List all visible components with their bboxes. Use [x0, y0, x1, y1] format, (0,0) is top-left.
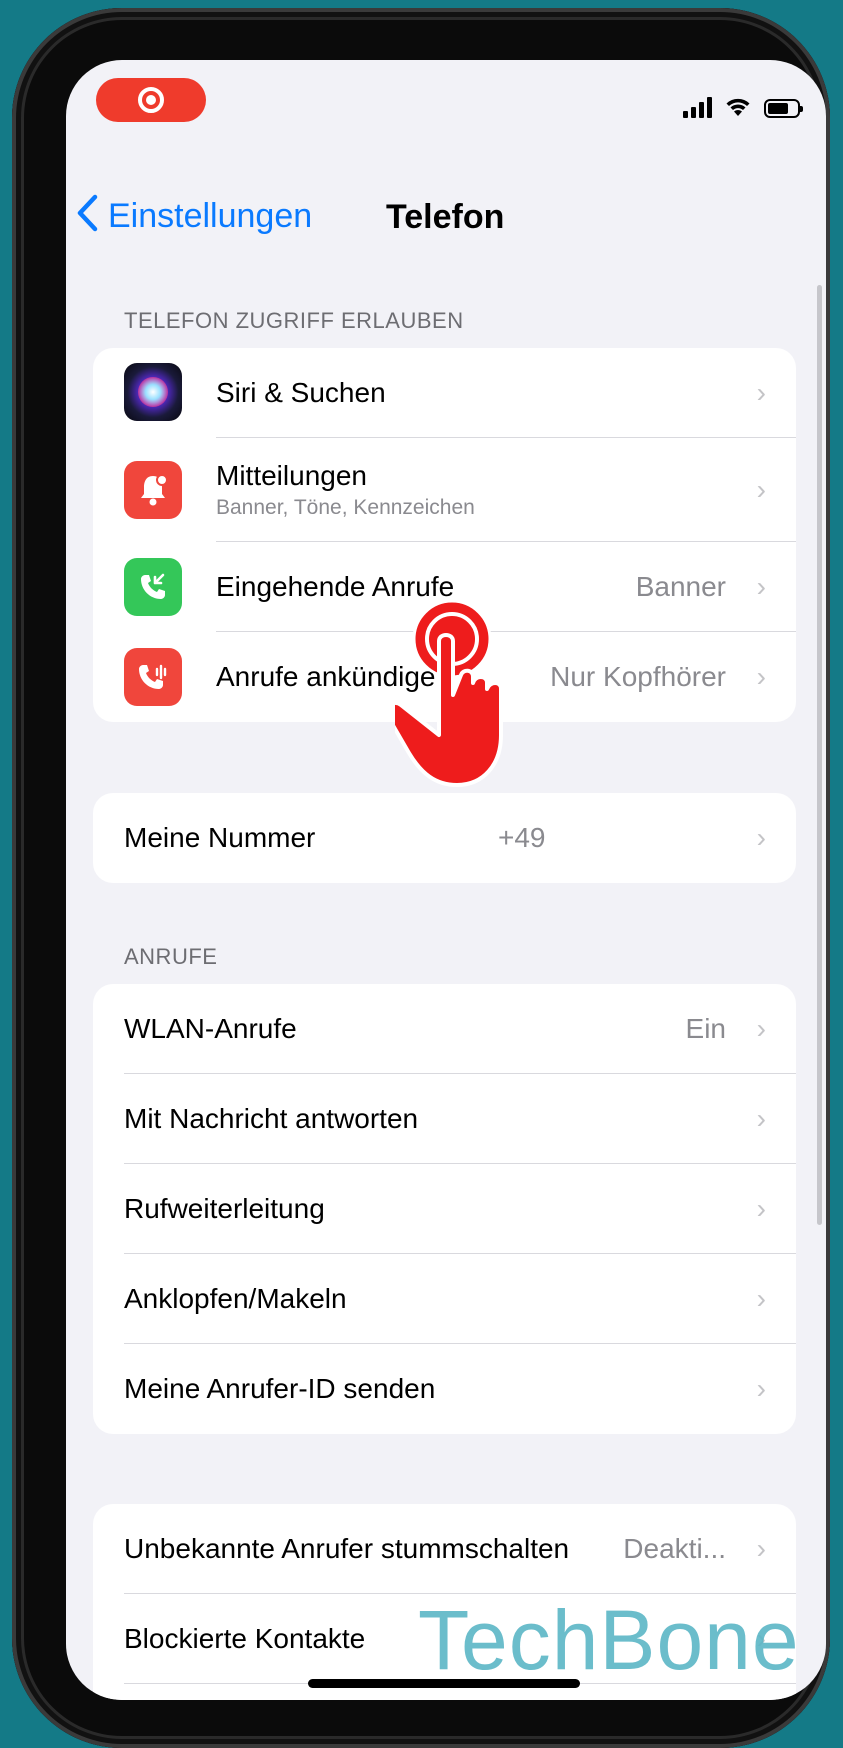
- chevron-right-icon: ›: [756, 1013, 766, 1044]
- watermark-text: TechBone: [418, 1593, 800, 1687]
- status-bar-icons: [683, 96, 803, 118]
- row-label: Blockierte Kontakte: [124, 1623, 366, 1654]
- screen-recording-indicator[interactable]: [96, 78, 206, 122]
- screen-recording-icon: [138, 87, 164, 113]
- row-value: Banner: [635, 571, 726, 602]
- row-sublabel: Banner, Töne, Kennzeichen: [216, 496, 475, 519]
- cellular-signal-icon: [683, 96, 712, 118]
- row-value: Ein: [685, 1013, 726, 1044]
- chevron-right-icon: ›: [756, 822, 766, 853]
- chevron-right-icon: ›: [756, 1533, 766, 1564]
- row-label: Rufweiterleitung: [124, 1193, 325, 1224]
- row-label: Unbekannte Anrufer stummschalten: [124, 1533, 570, 1564]
- my-number-group: Meine Nummer +49 ›: [93, 793, 796, 883]
- wifi-calling-row[interactable]: WLAN-Anrufe Ein ›: [93, 984, 796, 1074]
- siri-icon: [124, 363, 182, 421]
- scrollbar[interactable]: [817, 285, 822, 1225]
- siri-search-row[interactable]: Siri & Suchen ›: [93, 348, 796, 438]
- row-value: +49: [498, 822, 546, 853]
- row-label: Meine Nummer: [124, 822, 316, 853]
- row-label: WLAN-Anrufe: [124, 1013, 297, 1044]
- call-waiting-row[interactable]: Anklopfen/Makeln ›: [93, 1254, 796, 1344]
- show-caller-id-row[interactable]: Meine Anrufer-ID senden ›: [93, 1344, 796, 1434]
- incoming-call-icon: [124, 558, 182, 616]
- row-label: Anklopfen/Makeln: [124, 1283, 347, 1314]
- announce-calls-icon: [124, 648, 182, 706]
- my-number-row[interactable]: Meine Nummer +49 ›: [93, 793, 796, 883]
- chevron-right-icon: ›: [756, 1103, 766, 1134]
- notifications-icon: [124, 461, 182, 519]
- chevron-right-icon: ›: [756, 1193, 766, 1224]
- call-forwarding-row[interactable]: Rufweiterleitung ›: [93, 1164, 796, 1254]
- battery-icon: [764, 99, 803, 118]
- wifi-icon: [726, 98, 750, 116]
- silence-unknown-callers-row[interactable]: Unbekannte Anrufer stummschalten Deakti.…: [93, 1504, 796, 1594]
- notifications-row[interactable]: Mitteilungen Banner, Töne, Kennzeichen ›: [93, 438, 796, 542]
- chevron-right-icon: ›: [756, 661, 766, 692]
- phone-frame: Einstellungen Telefon TELEFON ZUGRIFF ER…: [12, 8, 830, 1748]
- tap-hand-icon: [395, 599, 503, 787]
- row-value: Deakti...: [623, 1533, 726, 1564]
- page-title: Telefon: [386, 198, 505, 236]
- calls-settings-group: WLAN-Anrufe Ein › Mit Nachricht antworte…: [93, 984, 796, 1434]
- phone-screen: Einstellungen Telefon TELEFON ZUGRIFF ER…: [66, 60, 826, 1700]
- row-label: Siri & Suchen: [216, 377, 386, 408]
- section-header-calls: ANRUFE: [124, 944, 218, 969]
- row-label: Meine Anrufer-ID senden: [124, 1373, 436, 1404]
- navigation-bar: Einstellungen Telefon: [66, 180, 826, 260]
- chevron-right-icon: ›: [756, 1283, 766, 1314]
- chevron-right-icon: ›: [756, 1373, 766, 1404]
- row-label: Mitteilungen: [216, 460, 367, 491]
- chevron-right-icon: ›: [756, 571, 766, 602]
- row-label: Mit Nachricht antworten: [124, 1103, 419, 1134]
- section-header-access: TELEFON ZUGRIFF ERLAUBEN: [124, 308, 464, 333]
- reply-with-message-row[interactable]: Mit Nachricht antworten ›: [93, 1074, 796, 1164]
- chevron-right-icon: ›: [756, 474, 766, 505]
- row-value: Nur Kopfhörer: [550, 661, 726, 692]
- chevron-right-icon: ›: [756, 377, 766, 408]
